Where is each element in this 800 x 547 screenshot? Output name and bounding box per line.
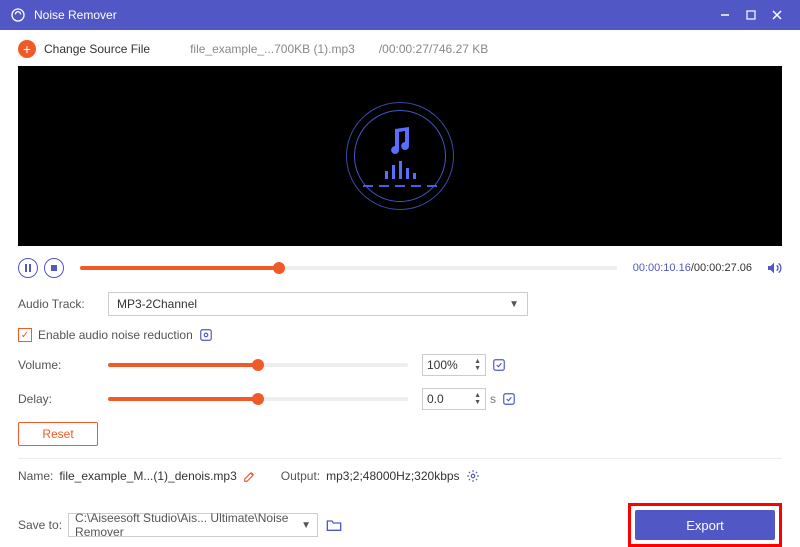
name-label: Name: — [18, 469, 53, 483]
saveto-label: Save to: — [18, 518, 62, 532]
chevron-down-icon: ▼ — [509, 299, 519, 310]
delay-label: Delay: — [18, 392, 108, 406]
open-folder-icon[interactable] — [326, 518, 342, 532]
equalizer-dashes-icon — [363, 185, 437, 187]
audio-track-row: Audio Track: MP3-2Channel ▼ — [18, 292, 782, 316]
volume-up-icon[interactable]: ▲ — [474, 358, 481, 365]
player-controls: 00:00:10.16/00:00:27.06 — [18, 258, 782, 278]
delay-slider[interactable] — [108, 397, 408, 401]
export-button[interactable]: Export — [635, 510, 775, 540]
seek-slider[interactable] — [80, 266, 617, 270]
preview-area — [18, 66, 782, 246]
reset-button[interactable]: Reset — [18, 422, 98, 446]
chevron-down-icon: ▼ — [301, 520, 311, 531]
volume-row: Volume: 100% ▲▼ — [18, 354, 782, 376]
close-button[interactable] — [764, 0, 790, 30]
delay-input[interactable]: 0.0 ▲▼ — [422, 388, 486, 410]
source-row: + Change Source File file_example_...700… — [18, 38, 782, 66]
source-duration-size: /00:00:27/746.27 KB — [379, 42, 488, 56]
visualizer-ring — [346, 102, 454, 210]
time-display: 00:00:10.16/00:00:27.06 — [633, 262, 752, 274]
change-source-label[interactable]: Change Source File — [44, 42, 150, 56]
audio-track-label: Audio Track: — [18, 297, 108, 311]
output-value: mp3;2;48000Hz;320kbps — [326, 469, 459, 483]
source-filename: file_example_...700KB (1).mp3 — [190, 42, 355, 56]
stop-button[interactable] — [44, 258, 64, 278]
export-highlight: Export — [628, 503, 782, 547]
output-label: Output: — [281, 469, 320, 483]
audio-track-value: MP3-2Channel — [117, 297, 197, 311]
delay-row: Delay: 0.0 ▲▼ s — [18, 388, 782, 410]
volume-reset-icon[interactable] — [492, 358, 506, 372]
delay-up-icon[interactable]: ▲ — [474, 392, 481, 399]
pause-button[interactable] — [18, 258, 38, 278]
saveto-select[interactable]: C:\Aiseesoft Studio\Ais... Ultimate\Nois… — [68, 513, 318, 537]
delay-unit: s — [490, 392, 496, 406]
volume-slider[interactable] — [108, 363, 408, 367]
noise-reduction-label: Enable audio noise reduction — [38, 328, 193, 342]
seek-thumb[interactable] — [273, 262, 285, 274]
name-value: file_example_M...(1)_denois.mp3 — [59, 469, 236, 483]
delay-down-icon[interactable]: ▼ — [474, 399, 481, 406]
delay-reset-icon[interactable] — [502, 392, 516, 406]
maximize-button[interactable] — [738, 0, 764, 30]
volume-input[interactable]: 100% ▲▼ — [422, 354, 486, 376]
app-logo-icon — [10, 7, 26, 23]
delay-value: 0.0 — [427, 392, 444, 406]
edit-name-icon[interactable] — [243, 469, 257, 483]
delay-thumb[interactable] — [252, 393, 264, 405]
equalizer-bars-icon — [385, 161, 416, 179]
volume-label: Volume: — [18, 358, 108, 372]
volume-value: 100% — [427, 358, 458, 372]
volume-thumb[interactable] — [252, 359, 264, 371]
visualizer-inner — [354, 110, 446, 202]
music-note-icon — [387, 125, 413, 155]
noise-reduction-row: ✓ Enable audio noise reduction — [18, 328, 782, 342]
audio-track-select[interactable]: MP3-2Channel ▼ — [108, 292, 528, 316]
noise-reduction-checkbox[interactable]: ✓ — [18, 328, 32, 342]
divider — [18, 458, 782, 459]
minimize-button[interactable] — [712, 0, 738, 30]
noise-settings-icon[interactable] — [199, 328, 213, 342]
footer: Name: file_example_M...(1)_denois.mp3 Ou… — [18, 469, 782, 547]
speaker-icon[interactable] — [766, 260, 782, 276]
window-title: Noise Remover — [34, 8, 712, 22]
volume-down-icon[interactable]: ▼ — [474, 365, 481, 372]
add-source-button[interactable]: + — [18, 40, 36, 58]
saveto-value: C:\Aiseesoft Studio\Ais... Ultimate\Nois… — [75, 511, 301, 539]
titlebar: Noise Remover — [0, 0, 800, 30]
output-settings-icon[interactable] — [466, 469, 480, 483]
